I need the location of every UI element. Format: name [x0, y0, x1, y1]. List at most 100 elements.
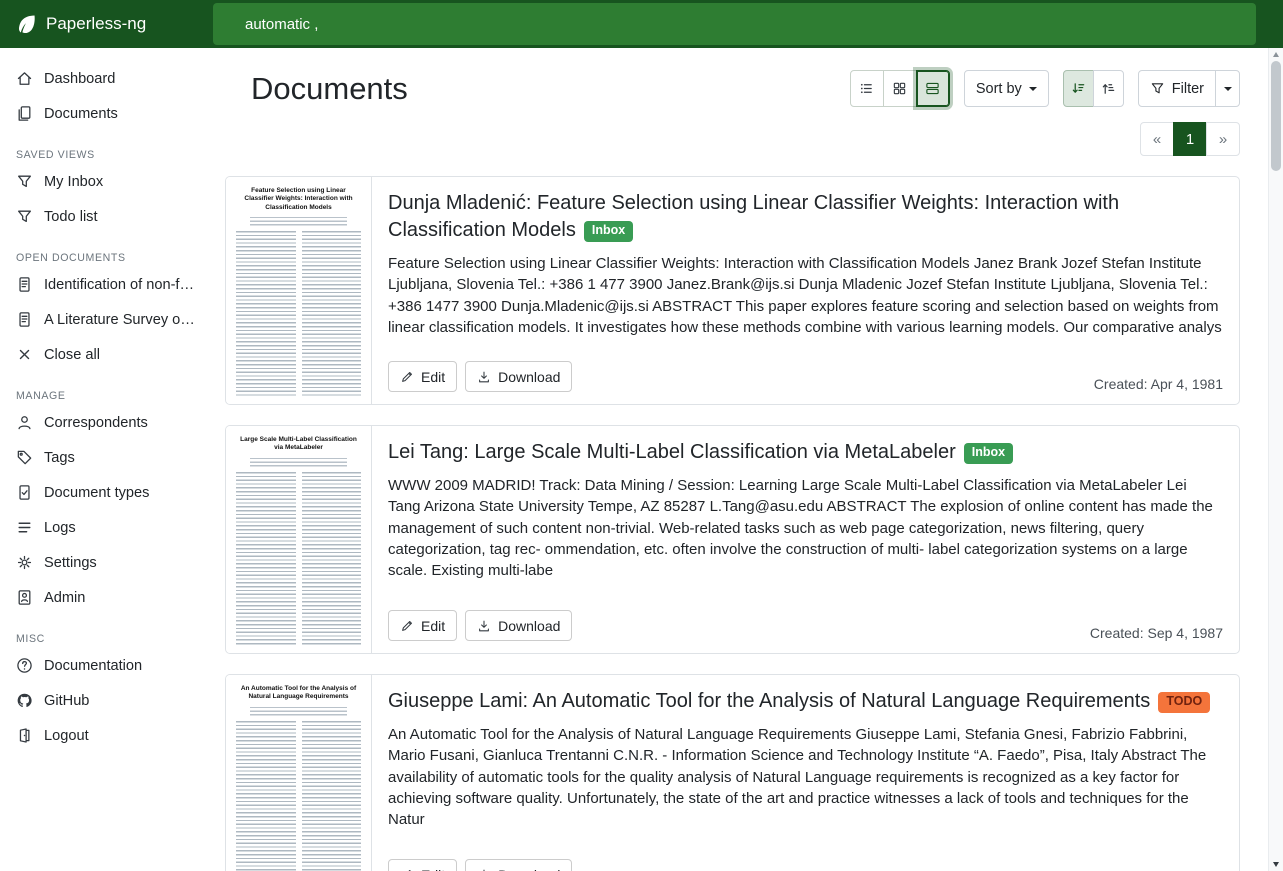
thumbnail-text-lines: [250, 707, 347, 716]
document-title: Lei Tang: Large Scale Multi-Label Classi…: [388, 439, 1223, 466]
sidebar-item-logout[interactable]: Logout: [0, 718, 212, 753]
chevron-down-icon: [1224, 87, 1232, 91]
chevron-down-icon: [1029, 87, 1037, 91]
edit-button[interactable]: Edit: [388, 361, 457, 392]
thumbnail-title: Feature Selection using Linear Classifie…: [236, 187, 361, 212]
sidebar-item-dashboard[interactable]: Dashboard: [0, 61, 212, 96]
download-button[interactable]: Download: [465, 610, 572, 641]
sidebar-item-admin[interactable]: Admin: [0, 580, 212, 615]
document-title-link[interactable]: Dunja Mladenić: Feature Selection using …: [388, 192, 1119, 241]
sort-descending-button[interactable]: [1063, 70, 1094, 107]
app-brand[interactable]: Paperless-ng: [0, 0, 212, 48]
sidebar-item-tags[interactable]: Tags: [0, 440, 212, 475]
document-title: Giuseppe Lami: An Automatic Tool for the…: [388, 688, 1223, 715]
leaf-icon: [15, 13, 37, 35]
sidebar-item-documentation[interactable]: Documentation: [0, 648, 212, 683]
thumbnail-text-lines: [236, 721, 296, 871]
detail-view-button[interactable]: [916, 70, 950, 107]
sidebar-item-github[interactable]: GitHub: [0, 683, 212, 718]
edit-button[interactable]: Edit: [388, 610, 457, 641]
grid-view-button[interactable]: [883, 70, 917, 107]
sidebar-item-document-types[interactable]: Document types: [0, 475, 212, 510]
created-date: Created: Sep 4, 1987: [1090, 625, 1223, 641]
house-icon: [16, 70, 33, 87]
app-name: Paperless-ng: [46, 14, 146, 34]
thumbnail-title: An Automatic Tool for the Analysis of Na…: [236, 685, 361, 702]
door-icon: [16, 727, 33, 744]
thumbnail-text-lines: [302, 231, 362, 396]
sidebar-item-open-document-2[interactable]: A Literature Survey on ...: [0, 302, 212, 337]
sort-by-button[interactable]: Sort by: [964, 70, 1049, 107]
document-card-body: Giuseppe Lami: An Automatic Tool for the…: [372, 675, 1239, 871]
question-circle-icon: [16, 657, 33, 674]
download-button[interactable]: Download: [465, 859, 572, 871]
search-input[interactable]: [213, 3, 1256, 45]
sidebar-item-my-inbox[interactable]: My Inbox: [0, 164, 212, 199]
sidebar-item-todo-list[interactable]: Todo list: [0, 199, 212, 234]
sidebar-item-close-all[interactable]: Close all: [0, 337, 212, 372]
gear-icon: [16, 554, 33, 571]
tag-badge-inbox[interactable]: Inbox: [584, 221, 633, 242]
sidebar-item-label: Identification of non-fu...: [44, 277, 196, 293]
sidebar-item-label: GitHub: [44, 693, 89, 709]
download-label: Download: [498, 867, 560, 871]
thumbnail-text-lines: [302, 472, 362, 645]
tag-icon: [16, 449, 33, 466]
document-title-link[interactable]: Lei Tang: Large Scale Multi-Label Classi…: [388, 441, 956, 463]
sidebar-item-correspondents[interactable]: Correspondents: [0, 405, 212, 440]
sidebar-item-label: Todo list: [44, 209, 98, 225]
funnel-icon: [16, 208, 33, 225]
sort-direction-group: [1063, 70, 1124, 107]
person-icon: [16, 414, 33, 431]
filter-button-group: Filter: [1138, 70, 1240, 107]
sidebar-item-logs[interactable]: Logs: [0, 510, 212, 545]
thumbnail-text-lines: [302, 721, 362, 871]
pagination-page-1[interactable]: 1: [1173, 122, 1207, 156]
sidebar: Dashboard Documents SAVED VIEWS My Inbox…: [0, 48, 212, 871]
sidebar-section-open-documents: OPEN DOCUMENTS: [16, 252, 196, 264]
pagination-next[interactable]: »: [1206, 122, 1240, 156]
edit-button[interactable]: Edit: [388, 859, 457, 871]
list-view-button[interactable]: [850, 70, 884, 107]
document-thumbnail[interactable]: Large Scale Multi-Label Classification v…: [226, 426, 372, 653]
sort-by-label: Sort by: [976, 81, 1022, 97]
thumbnail-text-columns: [236, 472, 361, 645]
filter-button[interactable]: Filter: [1138, 70, 1216, 107]
sidebar-item-label: Admin: [44, 590, 85, 606]
document-card-body: Dunja Mladenić: Feature Selection using …: [372, 177, 1239, 404]
download-label: Download: [498, 618, 560, 634]
document-excerpt: WWW 2009 MADRID! Track: Data Mining / Se…: [388, 475, 1223, 581]
scrollbar-up-arrow[interactable]: [1269, 49, 1283, 61]
sort-ascending-button[interactable]: [1093, 70, 1124, 107]
document-title-link[interactable]: Giuseppe Lami: An Automatic Tool for the…: [388, 690, 1150, 712]
scrollbar[interactable]: [1268, 48, 1283, 871]
pagination-prev[interactable]: «: [1140, 122, 1174, 156]
sort-ascending-icon: [1101, 81, 1116, 96]
scrollbar-down-arrow[interactable]: [1269, 858, 1283, 870]
document-thumbnail[interactable]: An Automatic Tool for the Analysis of Na…: [226, 675, 372, 871]
sidebar-item-open-document-1[interactable]: Identification of non-fu...: [0, 267, 212, 302]
pencil-icon: [400, 370, 414, 384]
main-content: Documents Sort by: [212, 48, 1283, 871]
sidebar-item-label: Settings: [44, 555, 97, 571]
filter-label: Filter: [1172, 81, 1204, 97]
document-thumbnail[interactable]: Feature Selection using Linear Classifie…: [226, 177, 372, 404]
person-badge-icon: [16, 589, 33, 606]
document-list: Feature Selection using Linear Classifie…: [225, 176, 1240, 871]
scrollbar-thumb[interactable]: [1271, 61, 1281, 171]
sidebar-item-label: Documentation: [44, 658, 142, 674]
documents-toolbar: Sort by Filter: [850, 70, 1240, 107]
sidebar-section-misc: MISC: [16, 633, 196, 645]
download-button[interactable]: Download: [465, 361, 572, 392]
thumbnail-text-lines: [236, 472, 296, 645]
tag-badge-inbox[interactable]: Inbox: [964, 443, 1013, 464]
tag-badge-todo[interactable]: TODO: [1158, 692, 1210, 713]
sidebar-item-settings[interactable]: Settings: [0, 545, 212, 580]
github-icon: [16, 692, 33, 709]
sidebar-item-label: Tags: [44, 450, 75, 466]
filter-dropdown-button[interactable]: [1215, 70, 1240, 107]
close-icon: [16, 346, 33, 363]
sidebar-item-documents[interactable]: Documents: [0, 96, 212, 131]
document-icon: [16, 276, 33, 293]
document-card-actions: Edit Download: [388, 859, 1223, 871]
